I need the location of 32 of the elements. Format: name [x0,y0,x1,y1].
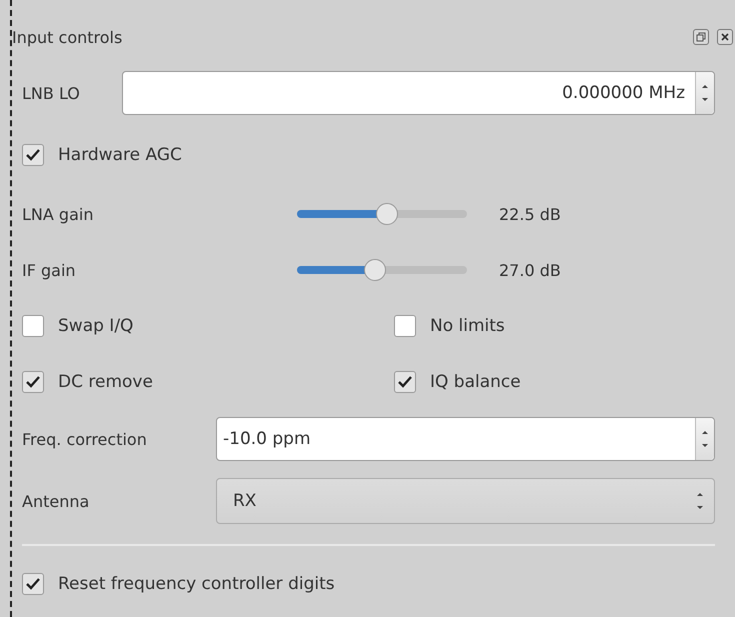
frequency-field[interactable]: 0.000000 MHz [122,71,715,115]
checkmark-icon [397,375,413,389]
checkmark-icon [25,577,41,591]
checkbox[interactable]: Reset frequency controller digits [22,573,335,595]
float-icon [696,32,706,42]
checkmark-icon [25,375,41,389]
slider-handle[interactable] [364,259,386,281]
gain-slider[interactable] [297,259,467,281]
spin-arrows-icon[interactable] [701,428,709,450]
panel-title: Input controls [12,28,122,46]
checkbox[interactable]: No limits [394,315,505,337]
dropdown-arrows-icon[interactable] [696,490,704,512]
gain-slider[interactable] [297,203,467,225]
checkmark-icon [25,148,41,162]
spin-arrows-icon[interactable] [701,82,709,104]
field-label: Freq. correction [22,430,148,448]
slider-label: IF gain [22,260,77,280]
slider-label: LNA gain [22,204,94,224]
close-button[interactable] [717,29,733,45]
correction-field[interactable]: -10.0 ppm [216,417,715,461]
close-icon [720,32,730,42]
float-button[interactable] [693,29,709,45]
checkbox[interactable]: DC remove [22,371,394,393]
field-label: Antenna [22,492,90,510]
checkbox[interactable]: Swap I/Q [22,315,394,337]
checkbox[interactable]: IQ balance [394,371,521,393]
antenna-dropdown[interactable]: RX [216,478,715,524]
checkbox[interactable]: Hardware AGC [22,144,182,166]
slider-handle[interactable] [376,203,398,225]
gain-reading: 22.5 dB [499,204,561,224]
gain-reading: 27.0 dB [499,260,561,280]
field-label: LNB LO [22,84,81,102]
